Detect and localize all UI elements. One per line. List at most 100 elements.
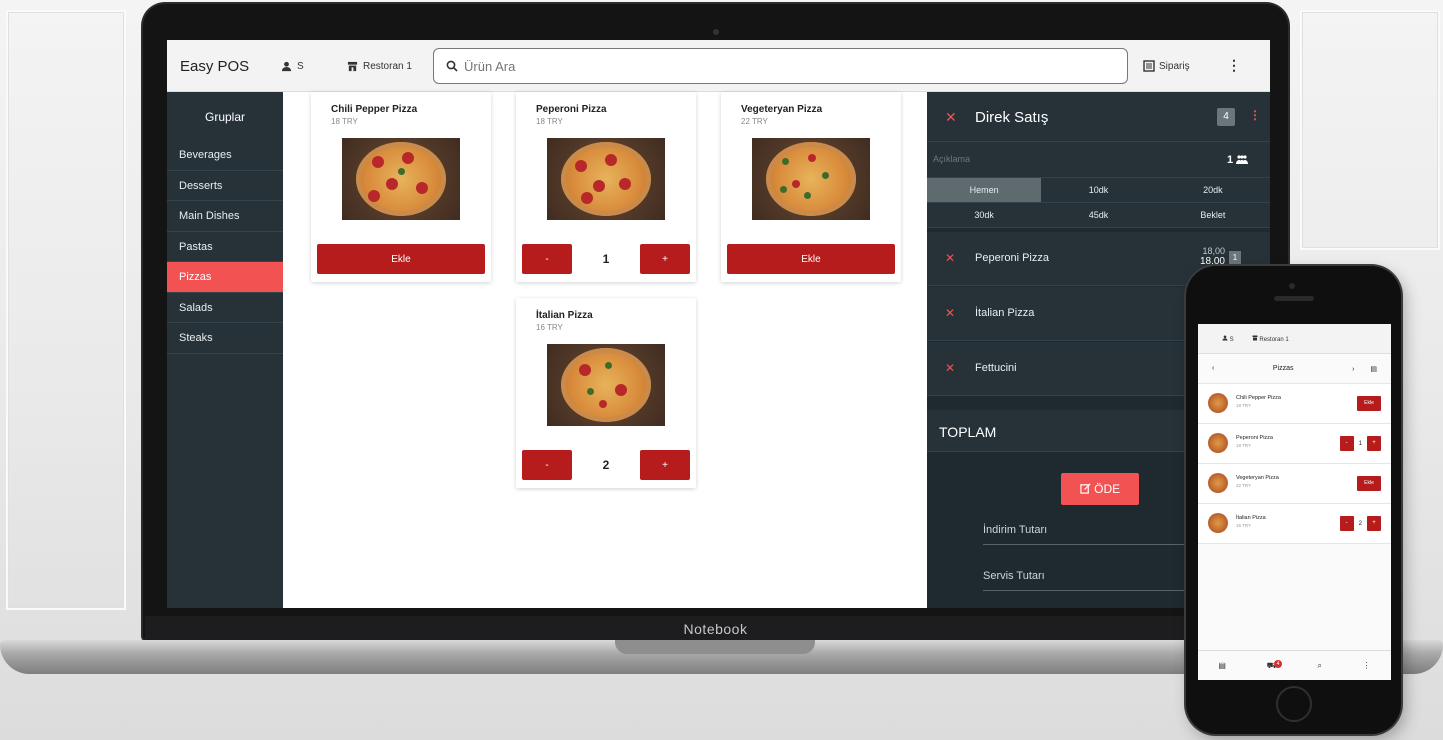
timer-option-30[interactable]: 30dk bbox=[927, 203, 1042, 228]
product-card: Vegeteryan Pizza 22 TRY Ekle bbox=[721, 92, 901, 282]
phone-add-button[interactable]: Ekle bbox=[1357, 476, 1381, 491]
service-field[interactable]: Servis Tutarı bbox=[983, 570, 1213, 591]
discount-field[interactable]: İndirim Tutarı bbox=[983, 524, 1213, 545]
phone-product-price: 18 TRY bbox=[1236, 403, 1252, 408]
order-item-qty[interactable]: 1 bbox=[1229, 251, 1241, 265]
order-item-unit-price: 18,00 bbox=[1202, 246, 1225, 256]
sidebar-item-pastas[interactable]: Pastas bbox=[167, 232, 283, 262]
order-button[interactable]: Sipariş bbox=[1143, 60, 1190, 72]
groups-sidebar: Gruplar Beverages Desserts Main Dishes P… bbox=[167, 92, 283, 608]
phone-increase-button[interactable]: + bbox=[1367, 516, 1381, 531]
sidebar-item-pizzas[interactable]: Pizzas bbox=[167, 262, 283, 293]
pizza-image bbox=[342, 138, 460, 220]
phone-user-label: S bbox=[1229, 336, 1234, 343]
phone-add-button[interactable]: Ekle bbox=[1357, 396, 1381, 411]
background-panel bbox=[6, 10, 126, 610]
pizza-image bbox=[547, 344, 665, 426]
product-card: Peperoni Pizza 18 TRY - 1 + bbox=[516, 92, 696, 282]
guest-count-value: 1 bbox=[1227, 154, 1234, 166]
product-name: Peperoni Pizza bbox=[536, 104, 607, 115]
phone-qty-value: 2 bbox=[1358, 520, 1362, 527]
phone-camera bbox=[1289, 283, 1295, 289]
product-name: Vegeteryan Pizza bbox=[741, 104, 823, 115]
guest-count[interactable]: 1 bbox=[1227, 154, 1249, 166]
phone-product-row: Vegeteryan Pizza 22 TRY Ekle bbox=[1198, 464, 1391, 504]
product-price: 18 TRY bbox=[331, 117, 358, 126]
search-icon bbox=[446, 60, 458, 72]
phone-product-name: Vegeteryan Pizza bbox=[1236, 475, 1279, 481]
timer-option-20[interactable]: 20dk bbox=[1155, 178, 1270, 203]
phone-screen: S Restoran 1 ‹ Pizzas › ▤ Chili Pepper P… bbox=[1198, 324, 1391, 680]
order-item-name: Fettucini bbox=[975, 362, 1017, 374]
phone-product-row: Peperoni Pizza 18 TRY - 1 + bbox=[1198, 424, 1391, 464]
remove-item-icon[interactable]: ✕ bbox=[945, 251, 955, 265]
sidebar-title: Gruplar bbox=[204, 110, 245, 124]
timer-option-10[interactable]: 10dk bbox=[1041, 178, 1156, 203]
order-item-price: 18,00 18,00 bbox=[1179, 246, 1225, 267]
store-icon bbox=[347, 61, 358, 72]
sidebar-item-desserts[interactable]: Desserts bbox=[167, 171, 283, 201]
laptop-screen: Easy POS S Restoran 1 Sipariş ⋮ Gruplar … bbox=[167, 40, 1270, 608]
phone-product-price: 22 TRY bbox=[1236, 483, 1252, 488]
sidebar-item-main-dishes[interactable]: Main Dishes bbox=[167, 201, 283, 232]
phone-restaurant[interactable]: Restoran 1 bbox=[1252, 335, 1289, 343]
remove-item-icon[interactable]: ✕ bbox=[945, 361, 955, 375]
phone-product-price: 16 TRY bbox=[1236, 523, 1252, 528]
receipt-icon[interactable]: ▤ bbox=[1218, 661, 1226, 670]
increase-qty-button[interactable]: + bbox=[640, 450, 690, 480]
chevron-left-icon[interactable]: ‹ bbox=[1212, 365, 1214, 372]
app-brand: Easy POS bbox=[180, 58, 250, 75]
order-label: Sipariş bbox=[1159, 60, 1190, 72]
sidebar-item-steaks[interactable]: Steaks bbox=[167, 323, 283, 354]
order-item-name: İtalian Pizza bbox=[975, 307, 1035, 319]
user-menu[interactable]: S bbox=[281, 61, 304, 72]
search-input[interactable] bbox=[464, 58, 1064, 74]
add-button[interactable]: Ekle bbox=[727, 244, 895, 274]
timer-option-hold[interactable]: Beklet bbox=[1155, 203, 1270, 228]
phone-decrease-button[interactable]: - bbox=[1339, 436, 1354, 451]
chevron-right-icon[interactable]: › bbox=[1352, 366, 1354, 373]
phone-decrease-button[interactable]: - bbox=[1339, 516, 1354, 531]
decrease-qty-button[interactable]: - bbox=[522, 244, 572, 274]
phone-restaurant-label: Restoran 1 bbox=[1259, 336, 1289, 343]
more-menu-icon[interactable]: ⋮ bbox=[1227, 57, 1241, 74]
order-menu-icon[interactable]: ⋮ bbox=[1249, 108, 1261, 122]
sidebar-item-beverages[interactable]: Beverages bbox=[167, 140, 283, 171]
more-menu-icon[interactable]: ⋮ bbox=[1363, 661, 1371, 670]
product-price: 22 TRY bbox=[741, 117, 768, 126]
pizza-thumbnail bbox=[1208, 393, 1228, 413]
phone-qty-stepper: - 1 + bbox=[1339, 436, 1381, 451]
restaurant-selector[interactable]: Restoran 1 bbox=[347, 61, 412, 72]
sidebar-item-salads[interactable]: Salads bbox=[167, 293, 283, 323]
remove-item-icon[interactable]: ✕ bbox=[945, 306, 955, 320]
product-card: İtalian Pizza 16 TRY - 2 + bbox=[516, 298, 696, 488]
background-panel bbox=[1300, 10, 1440, 250]
note-input[interactable] bbox=[933, 154, 1133, 164]
add-button[interactable]: Ekle bbox=[317, 244, 485, 274]
timer-option-now[interactable]: Hemen bbox=[927, 178, 1042, 203]
phone-qty-value: 1 bbox=[1358, 440, 1362, 447]
phone-product-row: Chili Pepper Pizza 18 TRY Ekle bbox=[1198, 384, 1391, 424]
phone-category-right: › ▤ bbox=[1352, 365, 1377, 373]
phone-user[interactable]: S bbox=[1222, 334, 1234, 343]
pay-button[interactable]: ÖDE bbox=[1061, 473, 1139, 505]
edit-icon bbox=[1080, 483, 1091, 494]
increase-qty-button[interactable]: + bbox=[640, 244, 690, 274]
grid-icon[interactable]: ▤ bbox=[1370, 366, 1377, 373]
laptop-notch bbox=[615, 640, 815, 654]
pay-label: ÖDE bbox=[1094, 482, 1121, 496]
phone-category-bar: ‹ Pizzas › ▤ bbox=[1198, 354, 1391, 384]
phone-increase-button[interactable]: + bbox=[1367, 436, 1381, 451]
phone-qty-stepper: - 2 + bbox=[1339, 516, 1381, 531]
receipt-icon bbox=[1143, 60, 1155, 72]
timer-option-45[interactable]: 45dk bbox=[1041, 203, 1156, 228]
phone-product-name: Chili Pepper Pizza bbox=[1236, 395, 1281, 401]
close-icon[interactable]: ✕ bbox=[945, 109, 957, 126]
decrease-qty-button[interactable]: - bbox=[522, 450, 572, 480]
phone-header: S Restoran 1 bbox=[1198, 324, 1391, 354]
quantity-value: 1 bbox=[602, 252, 610, 266]
product-name: İtalian Pizza bbox=[536, 310, 593, 321]
search-icon[interactable]: ⌕ bbox=[1317, 661, 1321, 671]
product-grid: Chili Pepper Pizza 18 TRY Ekle Peperoni … bbox=[283, 92, 927, 608]
search-box[interactable] bbox=[433, 48, 1128, 84]
